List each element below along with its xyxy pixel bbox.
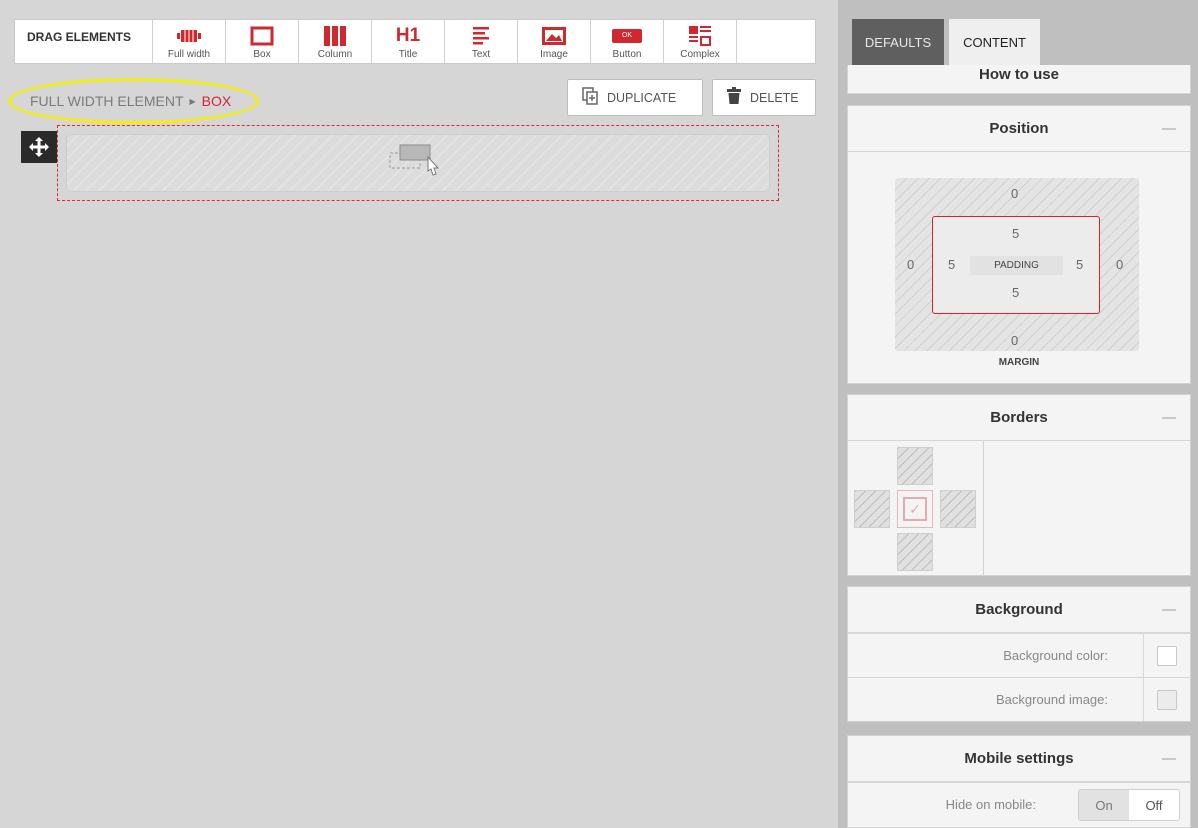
title-h1-icon: H1 — [395, 25, 421, 46]
section-title: How to use — [978, 66, 1059, 83]
padding-right-value[interactable]: 5 — [1076, 257, 1083, 272]
collapse-icon[interactable] — [1162, 128, 1176, 130]
section-header[interactable]: Background — [848, 587, 1190, 633]
background-image-label: Background image: — [995, 692, 1108, 707]
panel-scroll-area[interactable]: How to use Position 0 0 0 0 5 5 5 5 PADD… — [847, 65, 1191, 828]
collapse-icon[interactable] — [1162, 758, 1176, 760]
section-header[interactable]: Borders — [848, 395, 1190, 441]
button-icon: OK — [612, 23, 642, 49]
tab-content[interactable]: CONTENT — [949, 19, 1040, 65]
breadcrumb-parent[interactable]: FULL WIDTH ELEMENT — [30, 93, 184, 109]
drag-item-label: Column — [317, 49, 353, 60]
box-icon — [250, 23, 274, 49]
margin-box: 0 0 0 0 5 5 5 5 PADDING — [895, 178, 1139, 351]
drag-item-button[interactable]: OK Button — [591, 20, 664, 63]
margin-bottom-value[interactable]: 0 — [1011, 333, 1018, 348]
duplicate-icon — [582, 87, 598, 108]
drag-item-label: Image — [540, 49, 568, 60]
margin-left-value[interactable]: 0 — [907, 257, 914, 272]
section-mobile-settings: Mobile settings Hide on mobile: On Off — [847, 735, 1191, 828]
toolbar-label: DRAG ELEMENTS — [15, 20, 153, 63]
drag-item-label: Button — [612, 49, 642, 60]
background-color-label: Background color: — [1003, 648, 1108, 663]
drag-item-label: Text — [471, 49, 491, 60]
box-element-dropzone[interactable] — [66, 134, 770, 192]
section-header[interactable]: Position — [848, 106, 1190, 152]
drag-item-column[interactable]: Column — [299, 20, 372, 63]
border-all-toggle[interactable]: ✓ — [897, 490, 933, 528]
section-header[interactable]: Mobile settings — [848, 736, 1190, 782]
drag-item-text[interactable]: Text — [445, 20, 518, 63]
properties-panel: DEFAULTS CONTENT How to use Position 0 0… — [838, 0, 1198, 828]
margin-right-value[interactable]: 0 — [1116, 257, 1123, 272]
padding-box: 5 5 5 5 PADDING — [932, 216, 1100, 314]
drag-item-image[interactable]: Image — [518, 20, 591, 63]
drag-item-label: Complex — [680, 49, 720, 60]
collapse-icon[interactable] — [1162, 609, 1176, 611]
drag-item-label: Box — [253, 49, 271, 60]
background-color-swatch[interactable] — [1157, 645, 1177, 666]
hide-on-mobile-row: Hide on mobile: On Off — [848, 782, 1190, 826]
collapse-icon[interactable] — [1162, 417, 1176, 419]
delete-button[interactable]: DELETE — [712, 79, 816, 116]
drag-item-box[interactable]: Box — [226, 20, 299, 63]
trash-icon — [727, 87, 741, 108]
border-right-toggle[interactable] — [940, 490, 976, 528]
breadcrumb: FULL WIDTH ELEMENT ▶ BOX — [30, 93, 231, 109]
full-width-icon — [176, 23, 202, 49]
section-title: Position — [989, 120, 1049, 137]
border-left-toggle[interactable] — [854, 490, 890, 528]
breadcrumb-current: BOX — [201, 93, 232, 109]
image-icon — [541, 23, 567, 49]
section-title: Mobile settings — [964, 750, 1074, 767]
hide-on-mobile-toggle: On Off — [1078, 789, 1180, 821]
duplicate-label: DUPLICATE — [607, 90, 677, 105]
chevron-right-icon: ▶ — [189, 96, 196, 106]
tab-defaults[interactable]: DEFAULTS — [852, 19, 944, 65]
margin-label: MARGIN — [998, 357, 1040, 368]
drag-item-label: Title — [398, 49, 418, 60]
section-header[interactable]: How to use — [848, 65, 1190, 94]
column-icon — [323, 23, 347, 49]
background-image-row: Background image: — [848, 677, 1190, 721]
drag-item-complex[interactable]: Complex — [664, 20, 737, 63]
border-top-toggle[interactable] — [897, 447, 933, 485]
padding-bottom-value[interactable]: 5 — [1012, 285, 1019, 300]
section-title: Borders — [990, 409, 1048, 426]
background-image-picker[interactable] — [1157, 689, 1177, 710]
section-position: Position 0 0 0 0 5 5 5 5 PADDING MARGIN — [847, 105, 1191, 384]
drag-item-title[interactable]: H1 Title — [372, 20, 445, 63]
background-image-cell — [1143, 678, 1190, 721]
background-color-cell — [1143, 634, 1190, 677]
background-color-row: Background color: — [848, 633, 1190, 677]
drag-item-full-width[interactable]: Full width — [153, 20, 226, 63]
padding-label: PADDING — [970, 256, 1063, 275]
border-selector: ✓ — [848, 441, 984, 575]
duplicate-button[interactable]: DUPLICATE — [567, 79, 703, 116]
text-icon — [471, 23, 491, 49]
margin-top-value[interactable]: 0 — [1011, 186, 1018, 201]
section-title: Background — [975, 601, 1063, 618]
padding-top-value[interactable]: 5 — [1012, 226, 1019, 241]
section-how-to-use: How to use — [847, 65, 1191, 94]
checkmark-icon: ✓ — [903, 497, 927, 521]
selected-element-outline[interactable] — [57, 125, 779, 201]
drag-elements-toolbar: DRAG ELEMENTS Full width Box Column H1 T… — [14, 19, 816, 64]
border-bottom-toggle[interactable] — [897, 533, 933, 571]
drag-drop-icon — [388, 141, 448, 186]
padding-left-value[interactable]: 5 — [948, 257, 955, 272]
complex-icon — [688, 23, 712, 49]
section-background: Background Background color: Background … — [847, 586, 1191, 722]
toggle-on-button[interactable]: On — [1079, 790, 1129, 820]
section-borders: Borders ✓ — [847, 394, 1191, 576]
toggle-off-button[interactable]: Off — [1129, 790, 1179, 820]
delete-label: DELETE — [750, 90, 799, 105]
move-handle-icon[interactable] — [21, 131, 57, 163]
drag-item-label: Full width — [167, 49, 211, 60]
